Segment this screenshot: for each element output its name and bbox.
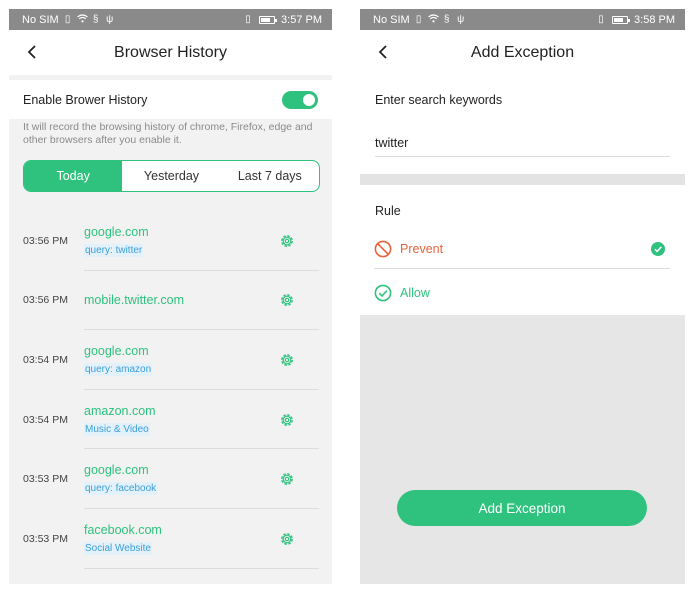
history-domain[interactable]: facebook.com	[84, 523, 162, 537]
history-tag: Music & Video	[84, 422, 150, 436]
history-domain[interactable]: google.com	[84, 344, 152, 358]
enable-history-toggle[interactable]	[282, 90, 318, 109]
wifi-icon	[76, 13, 88, 26]
date-range-tabs: Today Yesterday Last 7 days	[23, 160, 320, 192]
rule-allow-label: Allow	[400, 286, 430, 300]
sim-icon: ▯	[415, 13, 422, 25]
gear-icon[interactable]	[279, 531, 295, 547]
rule-prevent-label: Prevent	[400, 241, 444, 256]
sim-icon: ▯	[64, 13, 71, 25]
history-row: 03:56 PM google.com query: twitter	[9, 211, 332, 271]
history-time: 03:54 PM	[23, 353, 68, 366]
tab-today[interactable]: Today	[24, 161, 123, 191]
rule-option-allow[interactable]: Allow	[374, 273, 670, 313]
tab-last-7-days[interactable]: Last 7 days	[221, 161, 319, 191]
gear-icon[interactable]	[279, 412, 295, 428]
history-tag: query: twitter	[84, 243, 144, 257]
nav-bar: Add Exception	[360, 30, 685, 75]
history-tag: query: facebook	[84, 482, 158, 496]
history-row: 03:53 PM facebook.com Social Website	[9, 509, 332, 569]
history-tag: Social Website	[84, 541, 152, 555]
back-arrow-icon	[378, 45, 387, 59]
gear-icon[interactable]	[279, 292, 295, 308]
history-domain[interactable]: mobile.twitter.com	[84, 293, 184, 307]
status-bar: No SIM ▯ § ψ ▯ 3:57 PM	[9, 9, 332, 30]
back-arrow-icon	[27, 45, 36, 59]
history-row: 03:54 PM google.com query: amazon	[9, 330, 332, 390]
history-row: 03:56 PM mobile.twitter.com	[9, 271, 332, 331]
rule-label: Rule	[375, 204, 401, 218]
history-time: 03:56 PM	[23, 294, 68, 307]
battery-icon	[612, 15, 631, 24]
usb-icon: ψ	[457, 13, 465, 25]
selected-check-icon	[651, 241, 665, 256]
history-note: It will record the browsing history of c…	[23, 121, 313, 146]
tab-yesterday[interactable]: Yesterday	[122, 161, 220, 191]
history-domain[interactable]: amazon.com	[84, 404, 156, 418]
history-row: 03:54 PM amazon.com Music & Video	[9, 390, 332, 450]
keyword-input[interactable]	[375, 129, 670, 157]
status-time: 3:58 PM	[634, 13, 675, 26]
add-exception-button[interactable]: Add Exception	[397, 490, 647, 526]
gear-icon[interactable]	[279, 233, 295, 249]
row-divider	[84, 567, 319, 569]
gear-icon[interactable]	[279, 471, 295, 487]
browser-history-screen: No SIM ▯ § ψ ▯ 3:57 PM Browser History E…	[9, 9, 332, 584]
rule-option-prevent[interactable]: Prevent	[374, 229, 670, 269]
history-list: 03:56 PM google.com query: twitter 03:56…	[9, 211, 332, 569]
history-time: 03:54 PM	[23, 413, 68, 426]
carrier-text: No SIM	[22, 13, 59, 26]
allow-check-icon	[374, 284, 392, 302]
status-time: 3:57 PM	[281, 13, 322, 26]
history-domain[interactable]: google.com	[84, 463, 157, 477]
nav-bar: Browser History	[9, 30, 332, 75]
history-time: 03:53 PM	[23, 473, 68, 486]
page-title: Browser History	[114, 43, 227, 61]
battery-icon	[259, 15, 278, 24]
empty-area	[360, 315, 685, 584]
toggle-knob	[303, 93, 315, 106]
history-row: 03:53 PM google.com query: facebook	[9, 449, 332, 509]
enable-history-label: Enable Brower History	[23, 92, 148, 107]
history-time: 03:53 PM	[23, 532, 68, 545]
carrier-text: No SIM	[373, 13, 410, 26]
back-button[interactable]	[370, 38, 396, 66]
history-tag: query: amazon	[84, 362, 153, 376]
history-time: 03:56 PM	[23, 234, 68, 247]
add-exception-screen: No SIM ▯ § ψ ▯ 3:58 PM Add Exception Ent…	[360, 9, 685, 584]
wifi-icon	[427, 13, 439, 26]
section-divider	[360, 174, 685, 185]
back-button[interactable]	[19, 38, 45, 66]
vibrate-icon: ▯	[598, 13, 604, 25]
usb-icon: ψ	[106, 13, 114, 25]
enable-history-row: Enable Brower History	[9, 80, 332, 119]
history-domain[interactable]: google.com	[84, 225, 149, 239]
sync-icon: §	[92, 13, 99, 25]
page-title: Add Exception	[470, 43, 575, 61]
gear-icon[interactable]	[279, 352, 295, 368]
vibrate-icon: ▯	[245, 13, 251, 25]
status-bar: No SIM ▯ § ψ ▯ 3:58 PM	[360, 9, 685, 30]
sync-icon: §	[443, 13, 450, 25]
prevent-icon	[374, 240, 392, 257]
keyword-label: Enter search keywords	[375, 93, 503, 107]
